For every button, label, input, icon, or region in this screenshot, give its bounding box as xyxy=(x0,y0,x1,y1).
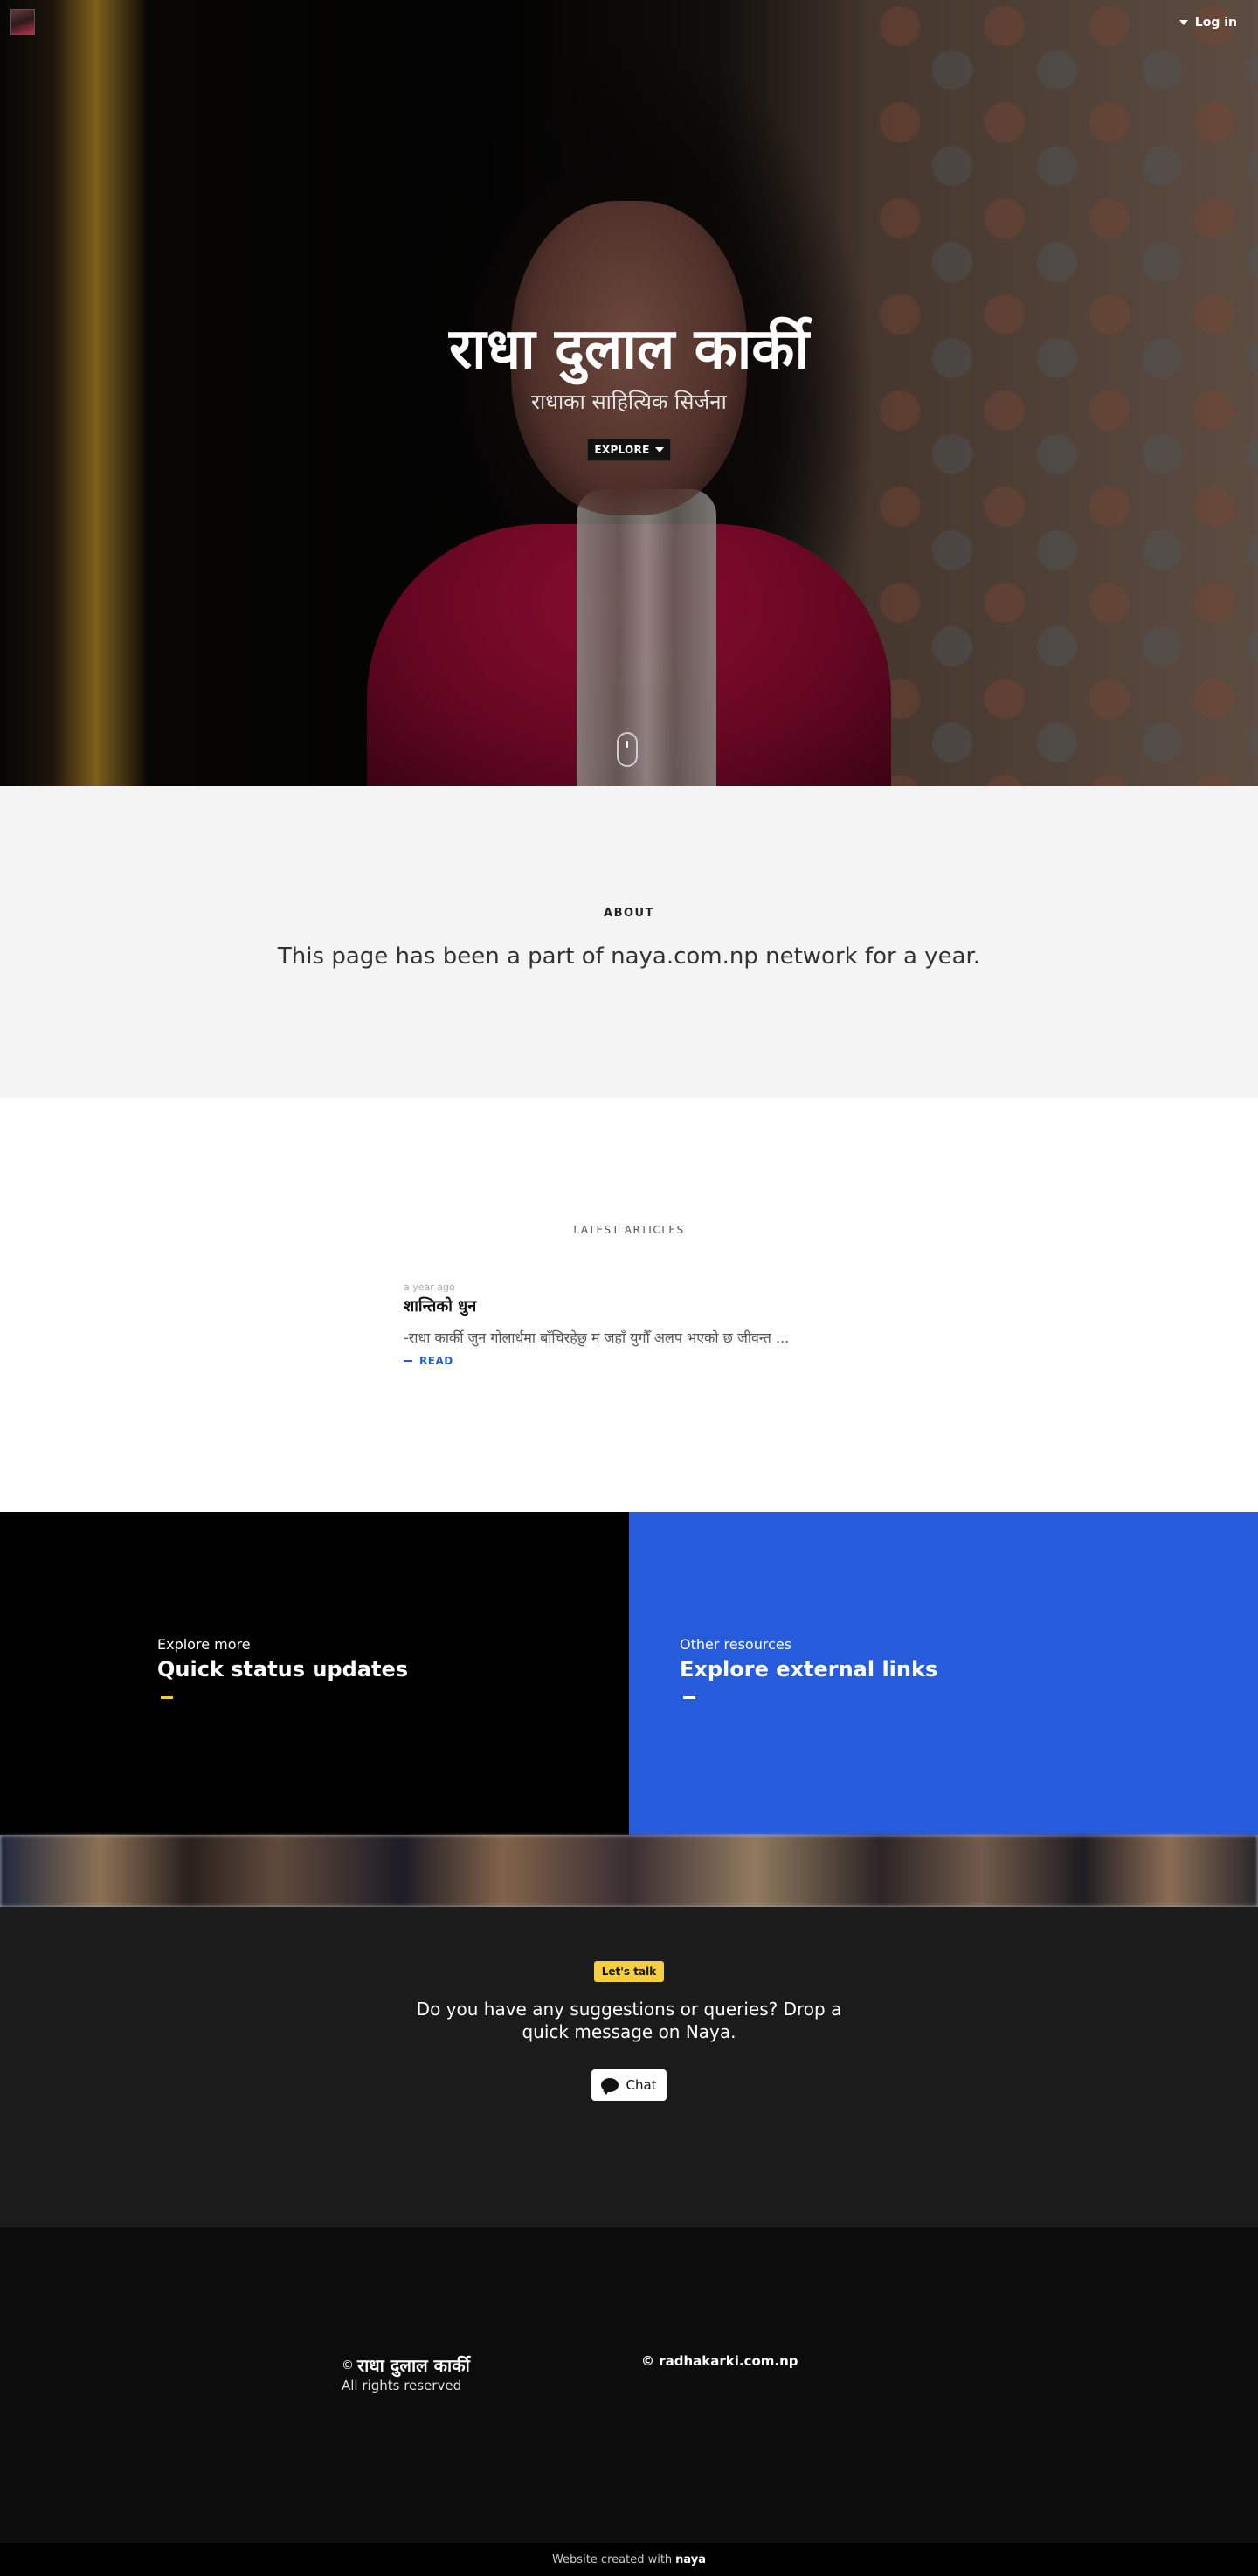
tile-underline xyxy=(161,1696,173,1699)
dash-icon xyxy=(404,1360,412,1362)
lets-talk-badge: Let's talk xyxy=(594,1961,664,1982)
explore-label: EXPLORE xyxy=(594,444,650,456)
scroll-down-icon[interactable] xyxy=(617,732,638,767)
tile-title: Explore external links xyxy=(680,1657,938,1682)
tile-underline xyxy=(683,1696,695,1699)
footer-rights: All rights reserved xyxy=(342,2378,462,2393)
about-text: This page has been a part of naya.com.np… xyxy=(277,943,981,970)
latest-articles-heading: LATEST ARTICLES xyxy=(573,1224,685,1236)
site-avatar[interactable] xyxy=(10,9,35,35)
status-updates-tile[interactable]: Explore more Quick status updates xyxy=(0,1512,629,1835)
hero-title: राधा दुलाल कार्की xyxy=(448,317,810,382)
login-button[interactable]: Log in xyxy=(1179,16,1237,30)
footer: © राधा दुलाल कार्की All rights reserved … xyxy=(0,2227,1258,2543)
article-title[interactable]: शान्तिको धुन xyxy=(404,1295,1015,1318)
login-label: Log in xyxy=(1194,16,1237,30)
caret-down-icon xyxy=(654,447,664,452)
footer-brand-name: राधा दुलाल कार्की xyxy=(357,2355,470,2376)
books-banner-overlay xyxy=(0,1835,1258,1907)
hero-subtitle: राधाका साहित्यिक सिर्जना xyxy=(531,390,727,414)
footer-brand: © राधा दुलाल कार्की xyxy=(342,2353,470,2377)
explore-button[interactable]: EXPLORE xyxy=(587,439,671,461)
latest-articles-section: LATEST ARTICLES a year ago शान्तिको धुन … xyxy=(0,1098,1258,1512)
external-links-tile[interactable]: Other resources Explore external links xyxy=(629,1512,1258,1835)
article-item: a year ago शान्तिको धुन -राधा कार्की जुन… xyxy=(404,1281,1015,1367)
hero-section: Log in राधा दुलाल कार्की राधाका साहित्यि… xyxy=(0,0,1258,786)
scroll-wheel xyxy=(626,741,628,748)
tile-kicker: Other resources xyxy=(680,1636,792,1653)
read-label: READ xyxy=(419,1355,453,1367)
read-link[interactable]: READ xyxy=(404,1355,1015,1367)
tile-title: Quick status updates xyxy=(157,1657,409,1682)
footer-domain-link[interactable]: © radhakarki.com.np xyxy=(641,2353,798,2369)
caret-down-icon xyxy=(1179,20,1188,25)
copyright-symbol: © xyxy=(342,2358,354,2372)
site-credit: Website created with naya xyxy=(0,2543,1258,2576)
chat-label: Chat xyxy=(626,2077,657,2093)
contact-text: Do you have any suggestions or queries? … xyxy=(416,1999,842,2042)
about-section: ABOUT This page has been a part of naya.… xyxy=(0,786,1258,1098)
chat-button[interactable]: Chat xyxy=(591,2069,667,2101)
contact-section: Let's talk Do you have any suggestions o… xyxy=(0,1907,1258,2227)
tile-kicker: Explore more xyxy=(157,1636,251,1653)
chat-bubble-icon xyxy=(601,2078,619,2095)
site-credit-brand[interactable]: naya xyxy=(675,2553,706,2566)
about-heading: ABOUT xyxy=(604,907,654,920)
article-excerpt: -राधा कार्की जुन गोलार्धमा बाँचिरहेछु म … xyxy=(404,1329,790,1346)
article-timestamp: a year ago xyxy=(404,1281,455,1293)
site-credit-prefix: Website created with xyxy=(551,2552,673,2566)
